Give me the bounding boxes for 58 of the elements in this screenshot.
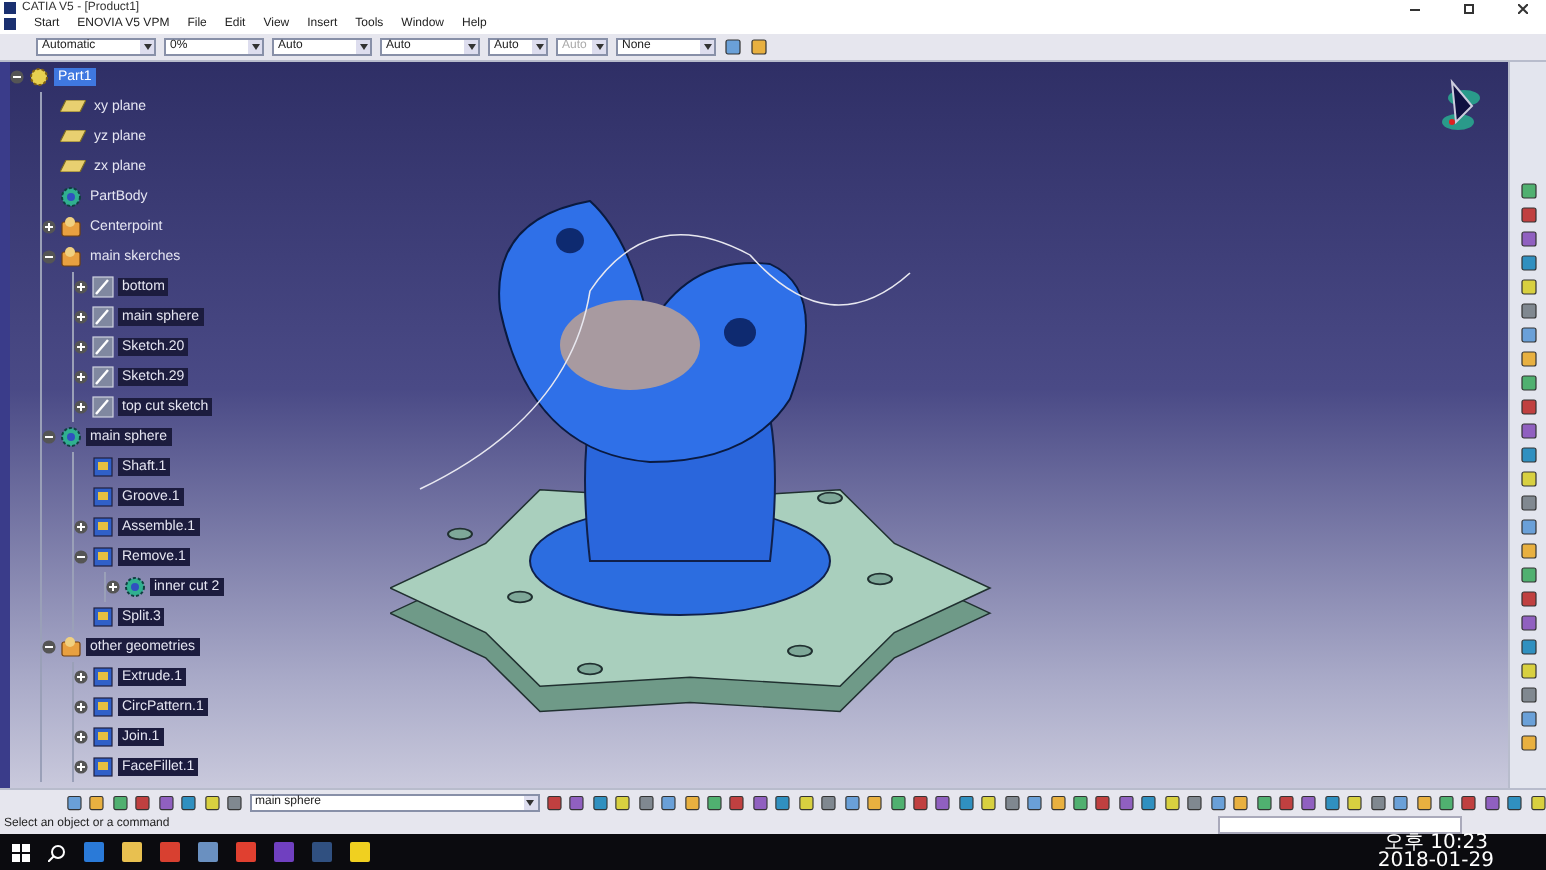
expand-icon[interactable] <box>74 729 88 744</box>
expand-icon[interactable] <box>106 579 120 594</box>
feature-icon <box>92 515 114 538</box>
folder-icon <box>60 635 82 658</box>
plane-icon <box>60 130 86 143</box>
expand-icon[interactable] <box>74 369 88 384</box>
expand-icon[interactable] <box>74 399 88 414</box>
collapse-icon[interactable] <box>74 549 88 564</box>
gear-icon <box>124 575 146 598</box>
sketch-icon <box>92 365 114 388</box>
feature-icon <box>92 665 114 688</box>
clock-time: 오후 10:23 <box>1383 834 1488 852</box>
expand-icon[interactable] <box>42 219 56 234</box>
expand-icon[interactable] <box>74 339 88 354</box>
expand-icon[interactable] <box>74 759 88 774</box>
sketch-icon <box>92 335 114 358</box>
plane-icon <box>60 160 86 173</box>
collapse-icon[interactable] <box>42 249 56 264</box>
dropdown-arrow-icon <box>467 43 475 50</box>
expand-icon[interactable] <box>74 669 88 684</box>
gear-icon <box>60 185 82 208</box>
dropdown-arrow-icon <box>526 799 535 806</box>
collapse-icon[interactable] <box>42 429 56 444</box>
dropdown-arrow-icon <box>359 43 367 50</box>
sketch-icon <box>92 275 114 298</box>
sketch-icon <box>92 305 114 328</box>
dropdown-arrow-icon <box>535 43 543 50</box>
command-input[interactable] <box>1218 815 1462 834</box>
feature-icon <box>92 545 114 568</box>
close-icon[interactable] <box>1517 3 1527 13</box>
expand-icon[interactable] <box>74 309 88 324</box>
folder-icon <box>60 215 82 238</box>
dropdown-arrow-icon <box>251 43 259 50</box>
feature-icon <box>92 455 114 478</box>
collapse-icon[interactable] <box>42 639 56 654</box>
dropdown-arrow-icon <box>703 43 711 50</box>
expand-icon[interactable] <box>74 519 88 534</box>
minimize-icon[interactable] <box>1409 3 1419 13</box>
dropdown-arrow-icon <box>595 43 603 50</box>
expand-icon[interactable] <box>74 279 88 294</box>
windows-start-icon[interactable] <box>12 843 30 861</box>
feature-icon <box>92 605 114 628</box>
dropdown-arrow-icon <box>143 43 151 50</box>
feature-icon <box>92 755 114 778</box>
collapse-icon[interactable] <box>10 69 24 84</box>
maximize-icon[interactable] <box>1463 3 1473 13</box>
feature-icon <box>92 725 114 748</box>
feature-icon <box>92 695 114 718</box>
gear-icon <box>28 65 50 88</box>
folder-icon <box>60 245 82 268</box>
search-icon[interactable] <box>48 843 66 861</box>
clock-date: 2018-01-29 <box>1377 852 1494 870</box>
feature-icon <box>92 485 114 508</box>
sketch-icon <box>92 395 114 418</box>
plane-icon <box>60 100 86 113</box>
expand-icon[interactable] <box>74 699 88 714</box>
gear-icon <box>60 425 82 448</box>
compass-icon <box>1440 77 1484 134</box>
